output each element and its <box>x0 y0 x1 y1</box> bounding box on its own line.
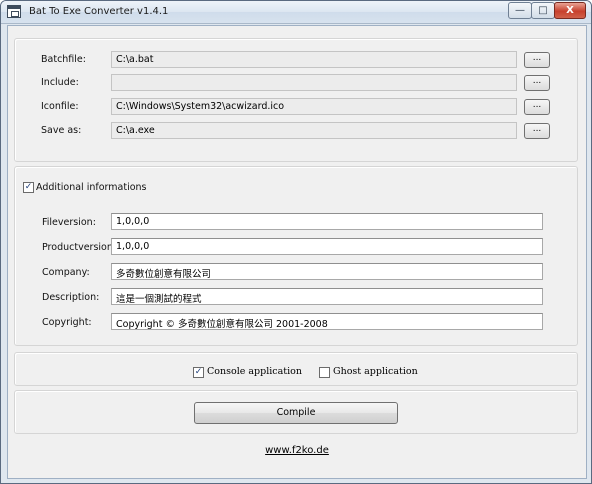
productversion-field[interactable]: 1,0,0,0 <box>111 238 543 255</box>
minimize-button[interactable]: — <box>508 2 532 19</box>
batchfile-browse-button[interactable]: ... <box>524 52 550 68</box>
copyright-field[interactable]: Copyright © 多奇數位創意有限公司 2001-2008 <box>111 313 543 330</box>
company-field[interactable]: 多奇數位創意有限公司 <box>111 263 543 280</box>
ghost-app-checkbox[interactable] <box>319 367 330 378</box>
batchfile-label: Batchfile: <box>41 54 86 65</box>
saveas-field[interactable]: C:\a.exe <box>111 122 517 139</box>
fileversion-label: Fileversion: <box>42 217 96 228</box>
ghost-app-label[interactable]: Ghost application <box>333 366 418 377</box>
compile-button[interactable]: Compile <box>194 402 398 424</box>
console-app-checkbox[interactable]: ✓ <box>193 367 204 378</box>
close-button[interactable]: X <box>554 2 586 19</box>
info-group: ✓ Additional informations Fileversion: 1… <box>14 166 578 346</box>
console-app-label[interactable]: Console application <box>207 366 302 377</box>
app-icon <box>7 5 21 18</box>
description-field[interactable]: 這是一個測試的程式 <box>111 288 543 305</box>
fileversion-field[interactable]: 1,0,0,0 <box>111 213 543 230</box>
batchfile-field[interactable]: C:\a.bat <box>111 51 517 68</box>
copyright-label: Copyright: <box>42 317 92 328</box>
maximize-button[interactable]: □ <box>531 2 555 19</box>
iconfile-browse-button[interactable]: ... <box>524 99 550 115</box>
title-bar[interactable]: Bat To Exe Converter v1.4.1 — □ X <box>1 1 591 24</box>
iconfile-field[interactable]: C:\Windows\System32\acwizard.ico <box>111 98 517 115</box>
saveas-browse-button[interactable]: ... <box>524 123 550 139</box>
productversion-label: Productversion: <box>42 242 117 253</box>
include-label: Include: <box>41 77 79 88</box>
company-label: Company: <box>42 267 90 278</box>
iconfile-label: Iconfile: <box>41 101 79 112</box>
saveas-label: Save as: <box>41 125 82 136</box>
additional-info-label[interactable]: Additional informations <box>36 182 147 193</box>
client-area: Batchfile: C:\a.bat ... Include: ... Ico… <box>7 25 587 479</box>
additional-info-checkbox[interactable]: ✓ <box>23 182 34 193</box>
include-field[interactable] <box>111 74 517 91</box>
window-title: Bat To Exe Converter v1.4.1 <box>29 6 169 17</box>
main-window: Bat To Exe Converter v1.4.1 — □ X Batchf… <box>0 0 592 484</box>
include-browse-button[interactable]: ... <box>524 75 550 91</box>
description-label: Description: <box>42 292 100 303</box>
website-link[interactable]: www.f2ko.de <box>8 445 586 456</box>
files-group: Batchfile: C:\a.bat ... Include: ... Ico… <box>14 38 578 162</box>
options-group: ✓ Console application Ghost application <box>14 352 578 386</box>
